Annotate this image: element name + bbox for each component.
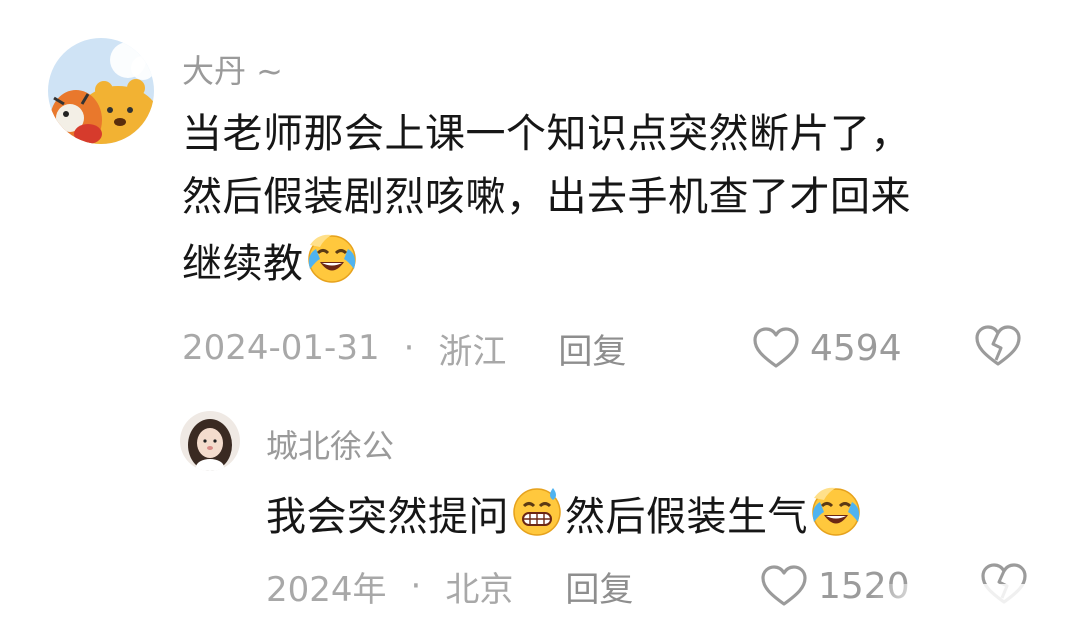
username[interactable]: 城北徐公 [266, 421, 394, 467]
laughing-tears-emoji [808, 482, 864, 555]
avatar-image [180, 411, 240, 471]
broken-heart-icon [974, 325, 1022, 372]
reply-button[interactable]: 回复 [558, 324, 626, 373]
comment-date: 2024年 [266, 569, 387, 610]
avatar-image [48, 38, 154, 144]
meta-separator: · [403, 328, 415, 368]
comment-text: 当老师那会上课一个知识点突然断片了， 然后假装剧烈咳嗽，出去手机查了才回来 继续… [182, 103, 911, 304]
heart-outline-icon [752, 326, 800, 370]
username[interactable]: 大丹 ~ [182, 46, 283, 92]
comment-text-part: 我会突然提问 [266, 494, 509, 540]
comment-text-line-content: 继续教 [182, 241, 304, 287]
like-count: 4594 [810, 327, 902, 369]
comment-text-line: 当老师那会上课一个知识点突然断片了， [182, 111, 911, 157]
reply-button[interactable]: 回复 [565, 562, 633, 611]
comment-meta: 2024年 · 北京 回复 [266, 560, 633, 612]
laughing-tears-emoji [304, 229, 360, 304]
avatar[interactable] [180, 411, 240, 471]
heart-outline-icon [760, 564, 808, 608]
comment-text-part: 然后假装生气 [565, 494, 808, 540]
comment-location: 浙江 [438, 331, 507, 372]
comment-text: 我会突然提问 然后假装生气 [266, 482, 864, 555]
comment-text-line: 然后假装剧烈咳嗽，出去手机查了才回来 [182, 174, 911, 220]
like-button[interactable]: 4594 [752, 322, 902, 374]
comment-text-line: 继续教 [182, 229, 911, 304]
dislike-button[interactable] [974, 324, 1022, 372]
comment-location: 北京 [445, 569, 514, 610]
comment-date: 2024-01-31 [182, 328, 380, 368]
avatar[interactable] [48, 38, 154, 144]
watermark-overlay [870, 584, 1060, 612]
meta-separator: · [410, 566, 422, 606]
comment-meta: 2024-01-31 · 浙江 回复 [182, 322, 626, 374]
grin-sweat-emoji [509, 482, 565, 555]
